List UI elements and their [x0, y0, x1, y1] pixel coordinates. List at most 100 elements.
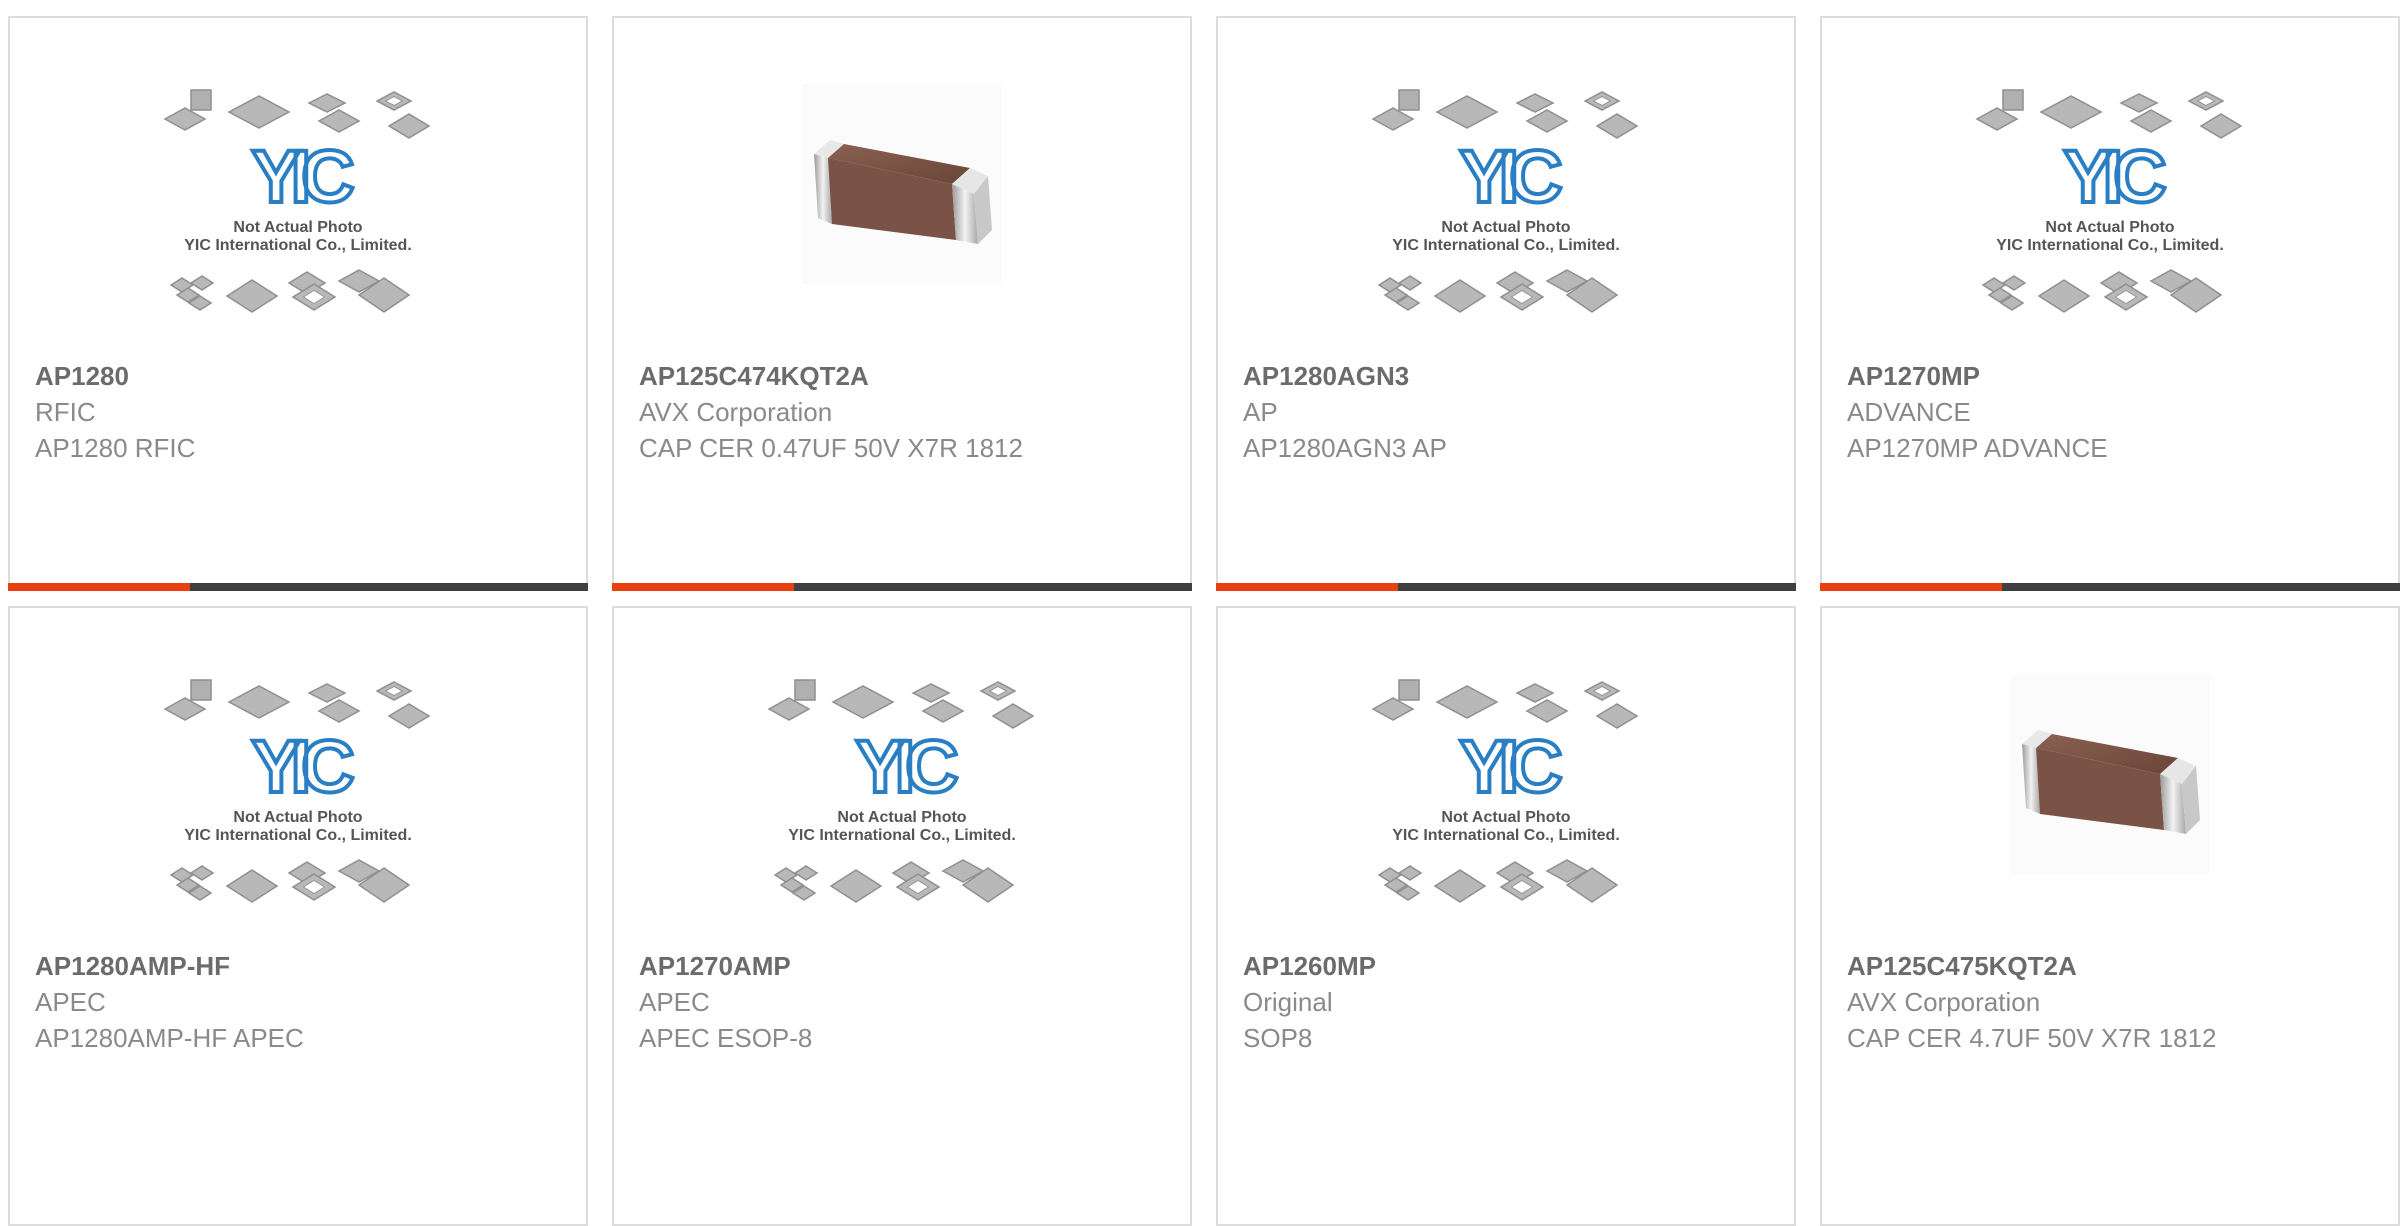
chip-icon: [1371, 697, 1415, 721]
yic-logo: YIC: [2063, 135, 2165, 218]
chip-icon: [991, 703, 1035, 729]
card-accent-bar: [1820, 583, 2002, 591]
company-name-text: YIC International Co., Limited.: [1392, 237, 1620, 254]
not-actual-photo-text: Not Actual Photo: [233, 809, 362, 826]
chip-icon: [1397, 275, 1423, 291]
yic-logo: YIC: [1459, 135, 1561, 218]
product-image[interactable]: YIC Not Actual Photo YIC International Co.…: [614, 678, 1190, 948]
chip-icon: [2199, 113, 2243, 139]
product-info: AP125C475KQT2A AVX Corporation CAP CER 4.7…: [1847, 948, 2378, 1056]
part-number-link[interactable]: AP1270AMP: [639, 948, 1170, 984]
chip-icon: [1975, 107, 2019, 131]
part-number-link[interactable]: AP1270MP: [1847, 358, 2378, 394]
chip-icon: [189, 865, 215, 881]
chip-icon: [1583, 91, 1621, 111]
chip-icon: [317, 699, 361, 723]
product-card[interactable]: YIC Not Actual Photo YIC International Co.…: [1216, 16, 1796, 591]
description-text: AP1280AMP-HF APEC: [35, 1023, 304, 1053]
description-text: APEC ESOP-8: [639, 1023, 813, 1053]
chip-icon: [190, 89, 212, 111]
chip-icon: [1371, 107, 1415, 131]
product-grid: YIC Not Actual Photo YIC International Co.…: [0, 0, 2400, 1226]
manufacturer-text: ADVANCE: [1847, 397, 1971, 427]
description-text: CAP CER 0.47UF 50V X7R 1812: [639, 433, 1023, 463]
product-image[interactable]: YIC Not Actual Photo YIC International Co.…: [1822, 88, 2398, 358]
product-info: AP1270AMP APEC APEC ESOP-8: [639, 948, 1170, 1056]
product-info: AP1280AGN3 AP AP1280AGN3 AP: [1243, 358, 1774, 466]
chip-icon: [1595, 113, 1639, 139]
product-image[interactable]: YIC Not Actual Photo YIC International Co.…: [10, 678, 586, 948]
chip-icon: [793, 865, 819, 881]
card-bottom-bar: [1216, 583, 1796, 591]
chip-icon: [979, 681, 1017, 701]
description-text: CAP CER 4.7UF 50V X7R 1812: [1847, 1023, 2217, 1053]
product-card[interactable]: YIC Not Actual Photo YIC International Co.…: [8, 606, 588, 1226]
product-info: AP1280 RFIC AP1280 RFIC: [35, 358, 566, 466]
chip-icon: [2187, 91, 2225, 111]
product-card[interactable]: AP125C475KQT2A AVX Corporation CAP CER 4.7…: [1820, 606, 2400, 1226]
yic-logo: YIC: [1459, 725, 1561, 808]
not-actual-photo-text: Not Actual Photo: [837, 809, 966, 826]
chip-icon: [2002, 89, 2024, 111]
product-image[interactable]: YIC Not Actual Photo YIC International Co.…: [1218, 678, 1794, 948]
chip-icon: [1397, 865, 1423, 881]
manufacturer-text: AVX Corporation: [639, 397, 833, 427]
chip-icon: [1595, 703, 1639, 729]
chip-icon: [2119, 93, 2159, 113]
chip-icon: [1525, 699, 1569, 723]
chip-icon: [2037, 279, 2091, 313]
product-card[interactable]: YIC Not Actual Photo YIC International Co.…: [1820, 16, 2400, 591]
company-name-text: YIC International Co., Limited.: [1392, 827, 1620, 844]
chip-icon: [307, 683, 347, 703]
yic-logo: YIC: [855, 725, 957, 808]
company-name-text: YIC International Co., Limited.: [184, 237, 412, 254]
part-number-link[interactable]: AP1280AGN3: [1243, 358, 1774, 394]
capacitor-image: [2010, 674, 2210, 874]
part-number-link[interactable]: AP1260MP: [1243, 948, 1774, 984]
product-info: AP1280AMP-HF APEC AP1280AMP-HF APEC: [35, 948, 566, 1056]
part-number-link[interactable]: AP125C474KQT2A: [639, 358, 1170, 394]
product-image[interactable]: [614, 84, 1190, 354]
chip-icon: [227, 685, 291, 719]
product-card[interactable]: YIC Not Actual Photo YIC International Co.…: [1216, 606, 1796, 1226]
product-image[interactable]: [1822, 674, 2398, 944]
part-number-link[interactable]: AP1280: [35, 358, 566, 394]
not-actual-photo-text: Not Actual Photo: [2045, 219, 2174, 236]
chip-icon: [1433, 279, 1487, 313]
chip-icon: [1435, 685, 1499, 719]
chip-icon: [1398, 679, 1420, 701]
product-image[interactable]: YIC Not Actual Photo YIC International Co.…: [1218, 88, 1794, 358]
chip-icon: [767, 697, 811, 721]
manufacturer-text: Original: [1243, 987, 1333, 1017]
chip-icon: [1525, 109, 1569, 133]
description-text: SOP8: [1243, 1023, 1313, 1053]
part-number-link[interactable]: AP1280AMP-HF: [35, 948, 566, 984]
chip-icon: [829, 869, 883, 903]
product-image[interactable]: YIC Not Actual Photo YIC International Co.…: [10, 88, 586, 358]
manufacturer-text: AVX Corporation: [1847, 987, 2041, 1017]
card-bottom-bar: [1820, 583, 2400, 591]
manufacturer-text: APEC: [639, 987, 710, 1017]
product-card[interactable]: AP125C474KQT2A AVX Corporation CAP CER 0.4…: [612, 16, 1192, 591]
company-name-text: YIC International Co., Limited.: [1996, 237, 2224, 254]
card-bottom-bar: [612, 583, 1192, 591]
company-name-text: YIC International Co., Limited.: [788, 827, 1016, 844]
yic-logo: YIC: [251, 725, 353, 808]
chip-icon: [163, 107, 207, 131]
chip-icon: [1515, 93, 1555, 113]
chip-icon: [387, 703, 431, 729]
chip-icon: [911, 683, 951, 703]
product-info: AP125C474KQT2A AVX Corporation CAP CER 0.4…: [639, 358, 1170, 466]
not-actual-photo-text: Not Actual Photo: [1441, 809, 1570, 826]
manufacturer-text: APEC: [35, 987, 106, 1017]
not-actual-photo-text: Not Actual Photo: [233, 219, 362, 236]
chip-icon: [1398, 89, 1420, 111]
part-number-link[interactable]: AP125C475KQT2A: [1847, 948, 2378, 984]
product-card[interactable]: YIC Not Actual Photo YIC International Co.…: [8, 16, 588, 591]
product-card[interactable]: YIC Not Actual Photo YIC International Co.…: [612, 606, 1192, 1226]
chip-icon: [317, 109, 361, 133]
chip-icon: [225, 279, 279, 313]
chip-icon: [1433, 869, 1487, 903]
chip-icon: [227, 95, 291, 129]
description-text: AP1280AGN3 AP: [1243, 433, 1447, 463]
